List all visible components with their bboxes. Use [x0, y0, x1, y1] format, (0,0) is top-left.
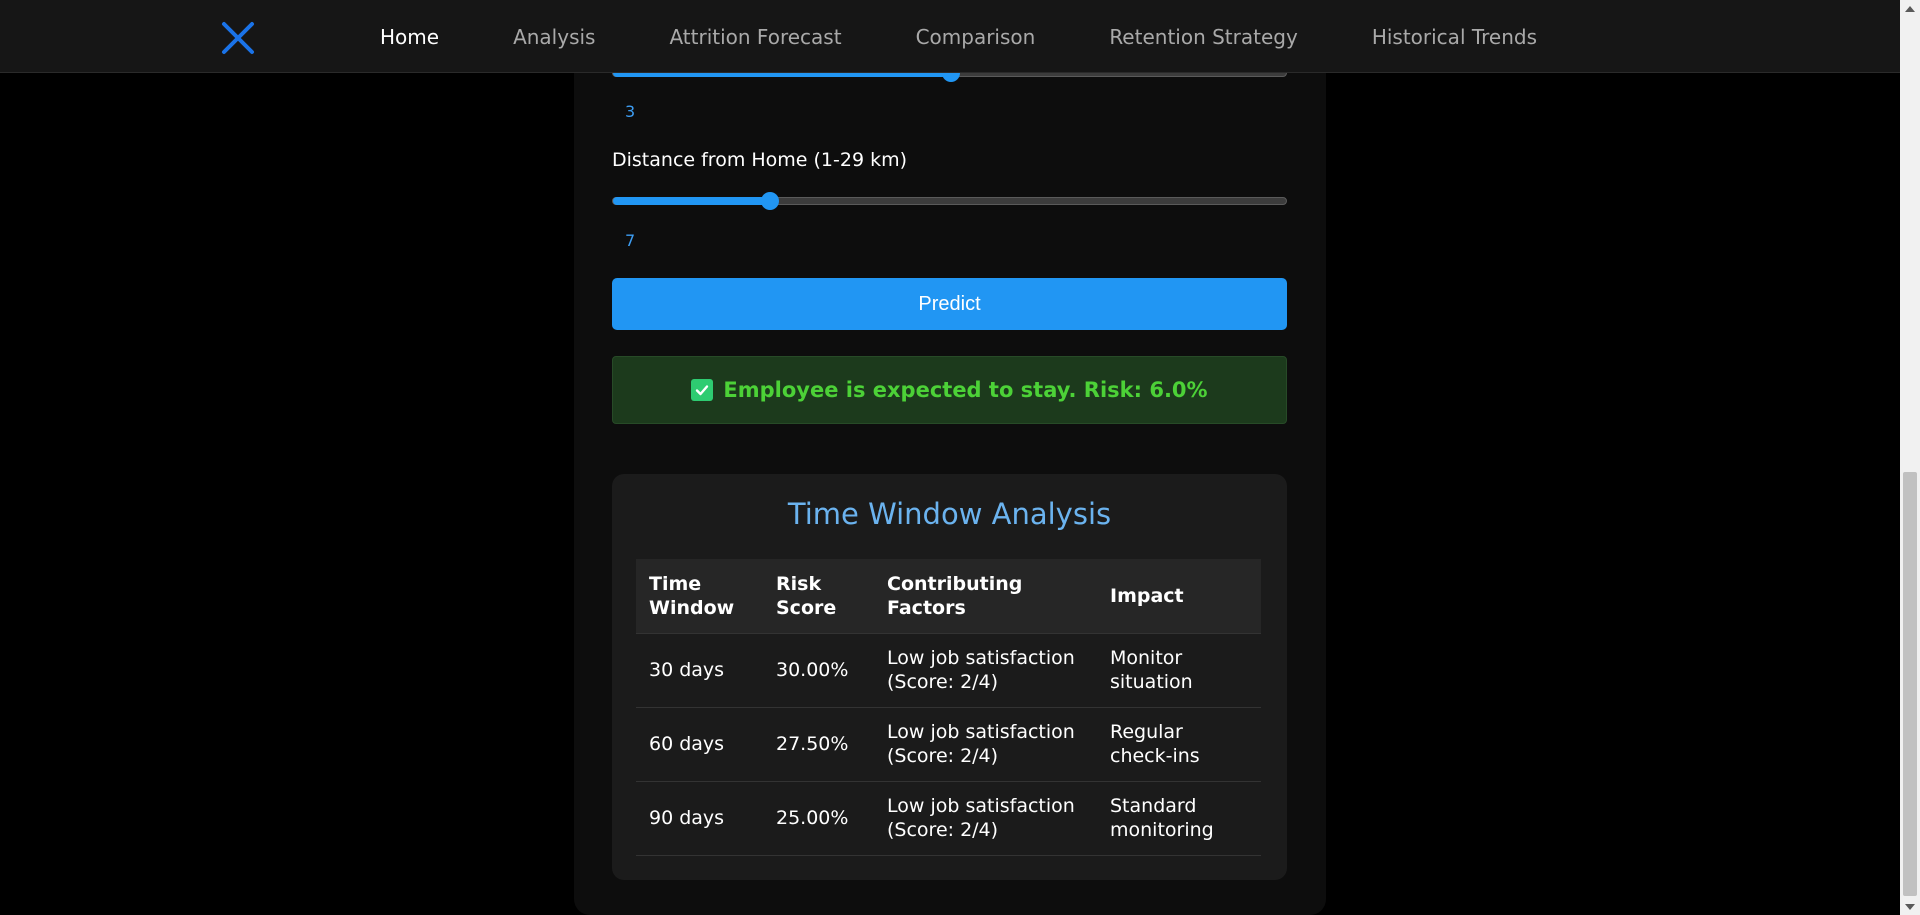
nav-analysis[interactable]: Analysis [513, 25, 595, 49]
cell-time-window: 90 days [636, 780, 763, 856]
nav-historical-trends[interactable]: Historical Trends [1372, 25, 1537, 49]
cell-time-window: 30 days [636, 632, 763, 707]
prediction-result: Employee is expected to stay. Risk: 6.0% [612, 356, 1287, 424]
nav-attrition-forecast[interactable]: Attrition Forecast [669, 25, 841, 49]
predict-button[interactable]: Predict [612, 278, 1287, 330]
cell-impact: Monitor situation [1097, 632, 1261, 707]
time-window-analysis-card: Time Window Analysis Time Window Risk Sc… [612, 474, 1287, 880]
top-navbar: Home Analysis Attrition Forecast Compari… [0, 0, 1900, 73]
cell-contributing-factors: Low job satisfaction (Score: 2/4) [874, 706, 1097, 781]
logo-x-icon[interactable] [220, 20, 256, 56]
nav-comparison[interactable]: Comparison [916, 25, 1036, 49]
cell-time-window: 60 days [636, 706, 763, 781]
page-scrollbar[interactable] [1900, 0, 1920, 915]
nav-links: Home Analysis Attrition Forecast Compari… [380, 0, 1537, 73]
distance-slider[interactable] [612, 192, 1287, 210]
cell-contributing-factors: Low job satisfaction (Score: 2/4) [874, 632, 1097, 707]
nav-home[interactable]: Home [380, 25, 439, 49]
cell-impact: Standard monitoring [1097, 780, 1261, 856]
distance-slider-thumb[interactable] [761, 192, 779, 210]
header-time-window: Time Window [636, 559, 763, 633]
scroll-up-arrow-icon[interactable] [1900, 0, 1920, 17]
prev-slider-value: 3 [625, 102, 636, 121]
cell-contributing-factors: Low job satisfaction (Score: 2/4) [874, 780, 1097, 856]
table-header-row: Time Window Risk Score Contributing Fact… [636, 559, 1261, 633]
check-icon [691, 379, 714, 401]
header-risk-score: Risk Score [763, 559, 874, 633]
scrollbar-thumb[interactable] [1903, 472, 1917, 896]
result-text: Employee is expected to stay. Risk: 6.0% [723, 378, 1208, 402]
cell-risk-score: 25.00% [763, 780, 874, 856]
table-row: 90 days 25.00% Low job satisfaction (Sco… [636, 780, 1261, 856]
header-contributing-factors: Contributing Factors [874, 559, 1097, 633]
nav-retention-strategy[interactable]: Retention Strategy [1109, 25, 1298, 49]
table-row: 30 days 30.00% Low job satisfaction (Sco… [636, 632, 1261, 707]
cell-risk-score: 27.50% [763, 706, 874, 781]
cell-risk-score: 30.00% [763, 632, 874, 707]
distance-label: Distance from Home (1-29 km) [612, 149, 908, 171]
analysis-title: Time Window Analysis [787, 497, 1112, 531]
table-row: 60 days 27.50% Low job satisfaction (Sco… [636, 706, 1261, 781]
cell-impact: Regular check-ins [1097, 706, 1261, 781]
scroll-down-arrow-icon[interactable] [1900, 898, 1920, 915]
time-window-table: Time Window Risk Score Contributing Fact… [636, 559, 1261, 856]
distance-value: 7 [625, 231, 636, 250]
header-impact: Impact [1097, 559, 1261, 633]
distance-slider-fill [613, 197, 770, 205]
